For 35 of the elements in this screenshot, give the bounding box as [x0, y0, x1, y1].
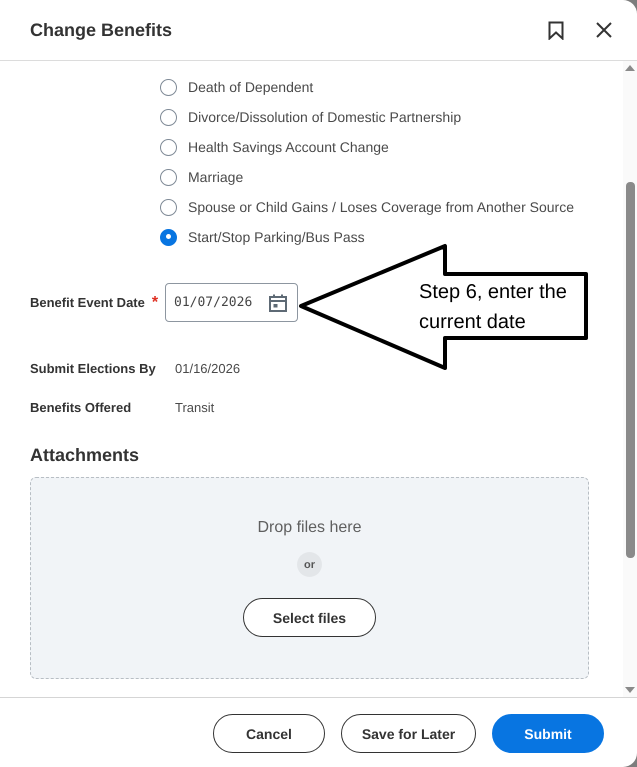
drop-text: Drop files here — [257, 518, 362, 538]
or-badge: or — [297, 552, 322, 577]
submit-button[interactable]: Submit — [492, 714, 604, 753]
radio-button[interactable] — [160, 138, 177, 156]
field-value: 01/16/2026 — [175, 360, 240, 376]
select-files-button[interactable]: Select files — [243, 598, 376, 637]
radio-label[interactable]: Start/Stop Parking/Bus Pass — [188, 229, 365, 245]
dialog-title: Change Benefits — [30, 20, 172, 40]
radio-label[interactable]: Death of Dependent — [188, 79, 314, 95]
radio-button[interactable] — [160, 228, 177, 246]
scrollbar-thumb[interactable] — [626, 182, 634, 558]
bookmark-icon[interactable] — [548, 20, 564, 40]
radio-label[interactable]: Health Savings Account Change — [188, 139, 389, 155]
scroll-up-icon[interactable] — [625, 65, 635, 71]
radio-label[interactable]: Divorce/Dissolution of Domestic Partnership — [188, 109, 462, 125]
section-heading: Attachments — [30, 444, 140, 467]
radio-button[interactable] — [160, 108, 177, 126]
field-label: Benefit Event Date — [30, 295, 145, 310]
radio-label[interactable]: Marriage — [188, 169, 244, 185]
field-label: Benefits Offered — [30, 400, 132, 414]
radio-button[interactable] — [160, 78, 177, 96]
field-value: Transit — [175, 400, 214, 414]
scroll-down-icon[interactable] — [625, 687, 635, 693]
footer-button[interactable]: Save for Later — [341, 714, 476, 753]
callout-text: Step 6, enter the current date — [419, 280, 568, 335]
field-label: Submit Elections By — [30, 360, 157, 376]
close-icon[interactable] — [596, 22, 612, 38]
date-field[interactable]: 01/07/2026 — [165, 283, 298, 322]
radio-label[interactable]: Spouse or Child Gains / Loses Coverage from Another Source — [188, 199, 574, 215]
footer-button[interactable]: Cancel — [213, 714, 325, 753]
radio-button[interactable] — [160, 168, 177, 186]
drop-zone[interactable]: Drop files here or Select files — [30, 477, 589, 679]
required-marker: * — [152, 294, 158, 310]
radio-button[interactable] — [160, 198, 177, 216]
calendar-icon[interactable] — [269, 294, 287, 312]
